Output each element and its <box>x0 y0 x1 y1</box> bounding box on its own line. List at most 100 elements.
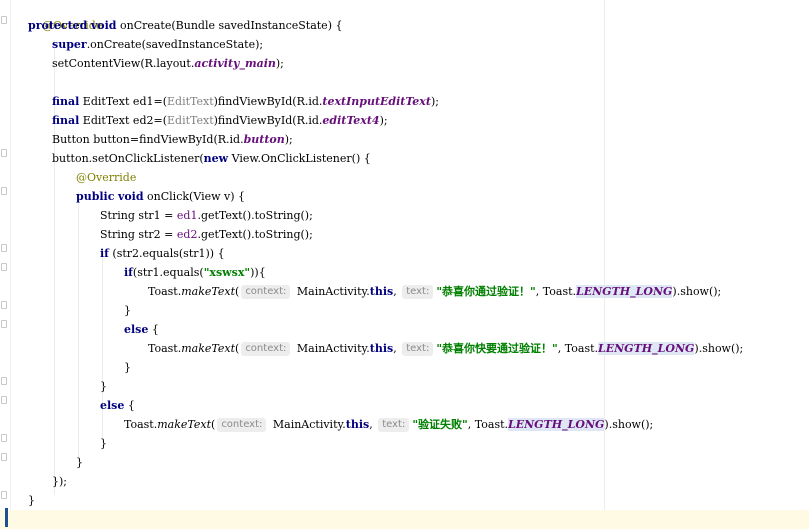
code-line[interactable]: Button button=findViewById(R.id.button); <box>0 130 809 149</box>
code-line[interactable]: @Override <box>0 0 809 32</box>
code-line[interactable]: Toast.makeText(context: MainActivity.thi… <box>0 282 809 301</box>
code-text: View.OnClickListener() { <box>228 152 371 165</box>
keyword-token: if <box>124 266 133 279</box>
parameter-hint: text: <box>378 418 410 432</box>
code-editor[interactable]: @Override protected void onCreate(Bundle… <box>0 0 809 529</box>
code-text: MainActivity. <box>293 342 370 355</box>
keyword-token: new <box>203 152 229 165</box>
code-text: } <box>100 380 107 393</box>
code-text: String str1 = <box>100 209 177 222</box>
code-line[interactable]: String str2 = ed2.getText().toString(); <box>0 225 809 244</box>
keyword-token: this <box>369 285 394 298</box>
code-line[interactable]: String str1 = ed1.getText().toString(); <box>0 206 809 225</box>
string-token: "恭喜你通过验证！" <box>436 285 536 298</box>
keyword-token: this <box>345 418 370 431</box>
code-text: EditText ed2=( <box>79 114 167 127</box>
keyword-token: void <box>117 190 144 203</box>
keyword-token: this <box>369 342 394 355</box>
code-text: Toast. <box>124 418 158 431</box>
annotation-token: @Override <box>76 171 137 184</box>
code-line[interactable]: public void onClick(View v) { <box>0 187 809 206</box>
keyword-token: void <box>90 19 117 32</box>
code-line[interactable]: }); <box>0 472 809 491</box>
code-text: } <box>100 437 107 450</box>
code-text: ).show(); <box>672 285 722 298</box>
code-text: } <box>124 304 131 317</box>
code-line[interactable]: final EditText ed1=(EditText)findViewByI… <box>0 92 809 111</box>
field-token: LENGTH_LONG <box>508 418 605 431</box>
code-text: { <box>124 399 135 412</box>
parameter-hint: context: <box>217 418 267 432</box>
code-text: { <box>148 323 159 336</box>
keyword-token: super <box>52 38 87 51</box>
parameter-hint: text: <box>402 285 434 299</box>
variable-token: ed1 <box>176 209 198 222</box>
code-text: , <box>393 342 397 355</box>
code-text: onCreate(Bundle savedInstanceState) { <box>116 19 343 32</box>
code-line[interactable]: if(str1.equals("xswsx")){ <box>0 263 809 282</box>
code-line[interactable]: button.setOnClickListener(new View.OnCli… <box>0 149 809 168</box>
code-text: , Toast. <box>467 418 508 431</box>
code-text: } <box>28 494 35 507</box>
keyword-token: else <box>124 323 149 336</box>
current-line-highlight[interactable] <box>0 510 809 529</box>
code-text: } <box>76 456 83 469</box>
string-token: "恭喜你快要通过验证！" <box>436 342 558 355</box>
code-text: ); <box>275 57 284 70</box>
code-line[interactable]: else { <box>0 320 809 339</box>
code-text: button.setOnClickListener( <box>52 152 204 165</box>
code-text: .getText().toString(); <box>197 209 313 222</box>
code-text: ); <box>284 133 293 146</box>
keyword-token: final <box>52 114 80 127</box>
code-text: .getText().toString(); <box>197 228 313 241</box>
keyword-token: else <box>100 399 125 412</box>
parameter-hint: text: <box>402 342 434 356</box>
code-text: MainActivity. <box>293 285 370 298</box>
field-token: textInputEditText <box>322 95 431 108</box>
code-text: , <box>369 418 373 431</box>
code-text: ( <box>235 342 240 355</box>
code-text: (str1.equals( <box>132 266 204 279</box>
code-line[interactable]: } <box>0 434 809 453</box>
keyword-token: final <box>52 95 80 108</box>
code-line[interactable]: } <box>0 491 809 510</box>
code-text: .onCreate(savedInstanceState); <box>86 38 264 51</box>
code-text: ).show(); <box>694 342 744 355</box>
parameter-hint: context: <box>241 285 291 299</box>
code-line[interactable]: } <box>0 377 809 396</box>
code-text: String str2 = <box>100 228 177 241</box>
code-line[interactable]: super.onCreate(savedInstanceState); <box>0 35 809 54</box>
code-line[interactable]: else { <box>0 396 809 415</box>
code-text: ); <box>430 95 439 108</box>
code-text: )findViewById(R.id. <box>213 114 323 127</box>
field-token: activity_main <box>194 57 276 70</box>
code-line[interactable]: } <box>0 358 809 377</box>
code-text: Button button=findViewById(R.id. <box>52 133 244 146</box>
code-line[interactable]: if (str2.equals(str1)) { <box>0 244 809 263</box>
string-token: "xswsx" <box>203 266 251 279</box>
code-text: setContentView(R.layout. <box>52 57 195 70</box>
code-line[interactable]: } <box>0 453 809 472</box>
field-token: LENGTH_LONG <box>576 285 673 298</box>
field-token: button <box>243 133 285 146</box>
code-line[interactable]: @Override <box>0 168 809 187</box>
code-line[interactable]: Toast.makeText(context: MainActivity.thi… <box>0 339 809 358</box>
method-token: makeText <box>181 285 236 298</box>
keyword-token: public <box>76 190 115 203</box>
code-text: ( <box>211 418 216 431</box>
code-text: ); <box>379 114 388 127</box>
code-line[interactable]: protected void onCreate(Bundle savedInst… <box>0 16 809 35</box>
code-text: , Toast. <box>557 342 598 355</box>
field-token: editText4 <box>322 114 380 127</box>
code-line[interactable]: final EditText ed2=(EditText)findViewByI… <box>0 111 809 130</box>
field-token: LENGTH_LONG <box>598 342 695 355</box>
cast-token: EditText <box>167 114 214 127</box>
code-line[interactable]: setContentView(R.layout.activity_main); <box>0 54 809 73</box>
code-text: (str2.equals(str1)) { <box>108 247 225 260</box>
code-text: ).show(); <box>604 418 654 431</box>
method-token: makeText <box>181 342 236 355</box>
code-text: ( <box>235 285 240 298</box>
code-line[interactable]: Toast.makeText(context: MainActivity.thi… <box>0 415 809 434</box>
code-line[interactable]: } <box>0 301 809 320</box>
text-caret <box>5 508 8 527</box>
